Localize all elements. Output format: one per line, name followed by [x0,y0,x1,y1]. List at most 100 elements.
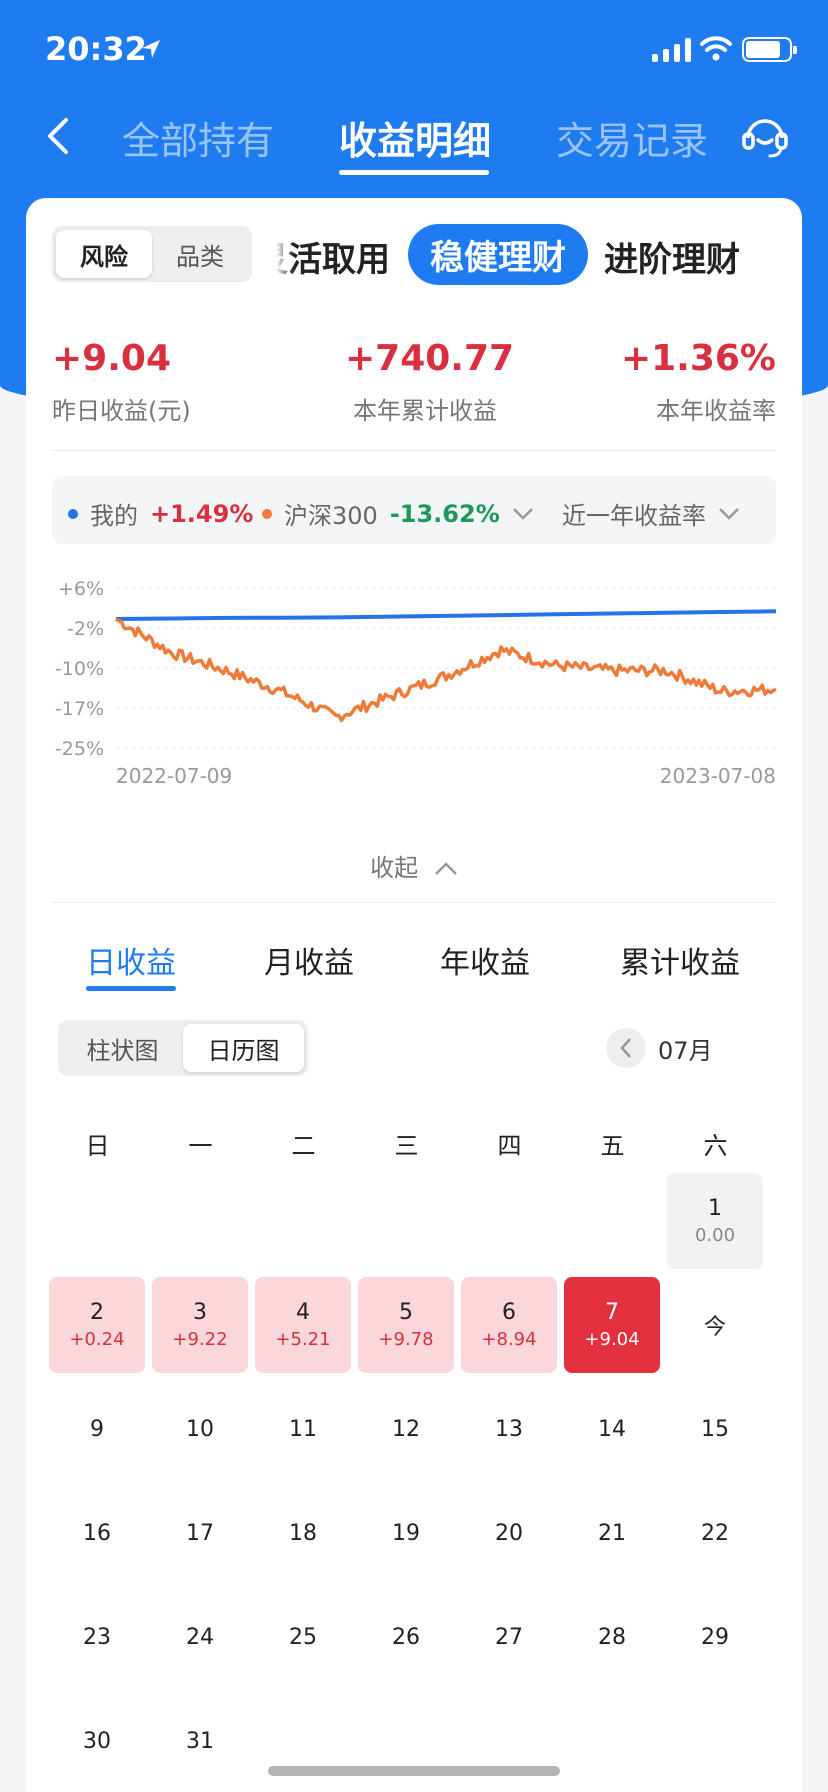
day-number: 23 [83,1624,111,1650]
day-number: 24 [186,1624,214,1650]
calendar-day[interactable]: 23 [49,1589,145,1685]
view-toggle: 柱状图 日历图 [58,1020,308,1076]
divider [52,450,776,451]
view-calendar[interactable]: 日历图 [183,1024,304,1072]
x-tick-label: 2022-07-09 [116,764,232,788]
return-chart: +6% -2% -10% -17% -25% 2022-07-09 2023-07-08 [55,578,777,788]
customer-service-icon[interactable] [740,110,790,160]
legend-benchmark-value: -13.62% [389,499,500,528]
period-selector[interactable]: 近一年收益率 [562,496,740,531]
day-number: 11 [289,1416,317,1442]
calendar-day[interactable]: 17 [152,1485,248,1581]
calendar-day[interactable]: 21 [564,1485,660,1581]
y-tick-label: -10% [55,658,104,680]
calendar-day[interactable]: 26 [358,1589,454,1685]
category-stable[interactable]: 稳健理财 [408,224,588,285]
mine-dot-icon [68,508,78,519]
calendar-day[interactable]: 6 +8.94 [461,1277,557,1373]
calendar-day[interactable]: 7 +9.04 [564,1277,660,1373]
day-number: 7 [605,1300,619,1325]
prev-month-button[interactable] [606,1028,646,1068]
tab-monthly[interactable]: 月收益 [264,938,354,982]
calendar-day[interactable]: 2 +0.24 [49,1277,145,1373]
day-number: 25 [289,1624,317,1650]
weekday: 二 [291,1132,316,1160]
calendar-day[interactable]: 31 [152,1693,248,1789]
tab-cumulative[interactable]: 累计收益 [620,938,740,982]
calendar-day[interactable]: 24 [152,1589,248,1685]
wifi-icon [700,34,732,66]
tab-profit-details[interactable]: 收益明细 [339,110,491,165]
day-number: 12 [392,1416,420,1442]
calendar-day[interactable]: 30 [49,1693,145,1789]
chevron-left-icon [620,1038,631,1058]
status-bar: 20:32 [0,0,828,100]
day-profit: 0.00 [694,1225,736,1246]
calendar-day[interactable]: 19 [358,1485,454,1581]
calendar-day[interactable]: 今 [667,1277,763,1373]
day-number: 19 [392,1520,420,1546]
day-profit: +9.22 [172,1329,228,1350]
sub-tab-indicator [86,986,176,991]
day-profit: +0.24 [69,1329,125,1350]
day-number: 17 [186,1520,214,1546]
calendar-day[interactable]: 25 [255,1589,351,1685]
calendar-day[interactable]: 16 [49,1485,145,1581]
tab-daily[interactable]: 日收益 [86,938,176,982]
collapse-label: 收起 [370,854,419,882]
y-tick-label: -25% [55,738,104,760]
chevron-up-icon [434,862,457,875]
calendar-day[interactable]: 18 [255,1485,351,1581]
calendar-day[interactable]: 9 [49,1381,145,1477]
view-bar[interactable]: 柱状图 [62,1024,183,1072]
segment-risk[interactable]: 风险 [56,230,152,278]
day-number: 1 [708,1196,722,1221]
metric-year-rate: +1.36% 本年收益率 [621,338,776,426]
calendar-day[interactable]: 22 [667,1485,763,1581]
legend-mine: 我的 +1.49% [68,496,253,531]
day-number: 20 [495,1520,523,1546]
benchmark-dot-icon [262,508,272,519]
day-number: 14 [598,1416,626,1442]
weekday-header: 日 一 二 三 四 五 六 [46,1126,782,1166]
tab-transactions[interactable]: 交易记录 [556,110,708,165]
calendar-day[interactable]: 1 0.00 [667,1173,763,1269]
calendar-day[interactable]: 20 [461,1485,557,1581]
calendar-day[interactable]: 14 [564,1381,660,1477]
back-chevron-icon[interactable] [38,114,82,158]
calendar-day[interactable]: 4 +5.21 [255,1277,351,1373]
calendar-day[interactable]: 27 [461,1589,557,1685]
segment-category[interactable]: 品类 [152,230,248,278]
y-tick-label: -17% [55,698,104,720]
status-time: 20:32 [45,30,147,68]
metric-year-total: +740.77 本年累计收益 [336,338,514,426]
day-number: 21 [598,1520,626,1546]
cellular-signal-icon [652,38,691,62]
category-advanced[interactable]: 进阶理财 [604,232,740,281]
calendar-day[interactable]: 10 [152,1381,248,1477]
day-number: 31 [186,1728,214,1754]
day-number: 26 [392,1624,420,1650]
collapse-button[interactable]: 收起 [26,848,802,883]
legend-benchmark[interactable]: 沪深300 -13.62% [262,496,534,531]
calendar-day[interactable]: 5 +9.78 [358,1277,454,1373]
metric-value: +1.36% [620,338,776,379]
calendar-day[interactable]: 11 [255,1381,351,1477]
calendar-day[interactable]: 3 +9.22 [152,1277,248,1373]
day-number: 16 [83,1520,111,1546]
weekday: 三 [394,1132,419,1160]
calendar-day[interactable]: 13 [461,1381,557,1477]
tab-yearly[interactable]: 年收益 [440,938,530,982]
day-number: 9 [90,1416,104,1442]
tab-all-holdings[interactable]: 全部持有 [122,110,274,165]
day-profit: +5.21 [275,1329,331,1350]
period-label: 近一年收益率 [562,502,706,530]
weekday: 六 [703,1132,728,1160]
calendar-day[interactable]: 15 [667,1381,763,1477]
calendar-day[interactable]: 29 [667,1589,763,1685]
metric-label: 昨日收益(元) [52,397,191,425]
y-tick-label: +6% [58,578,104,600]
calendar-day[interactable]: 12 [358,1381,454,1477]
calendar-day[interactable]: 28 [564,1589,660,1685]
day-number: 2 [90,1300,104,1325]
